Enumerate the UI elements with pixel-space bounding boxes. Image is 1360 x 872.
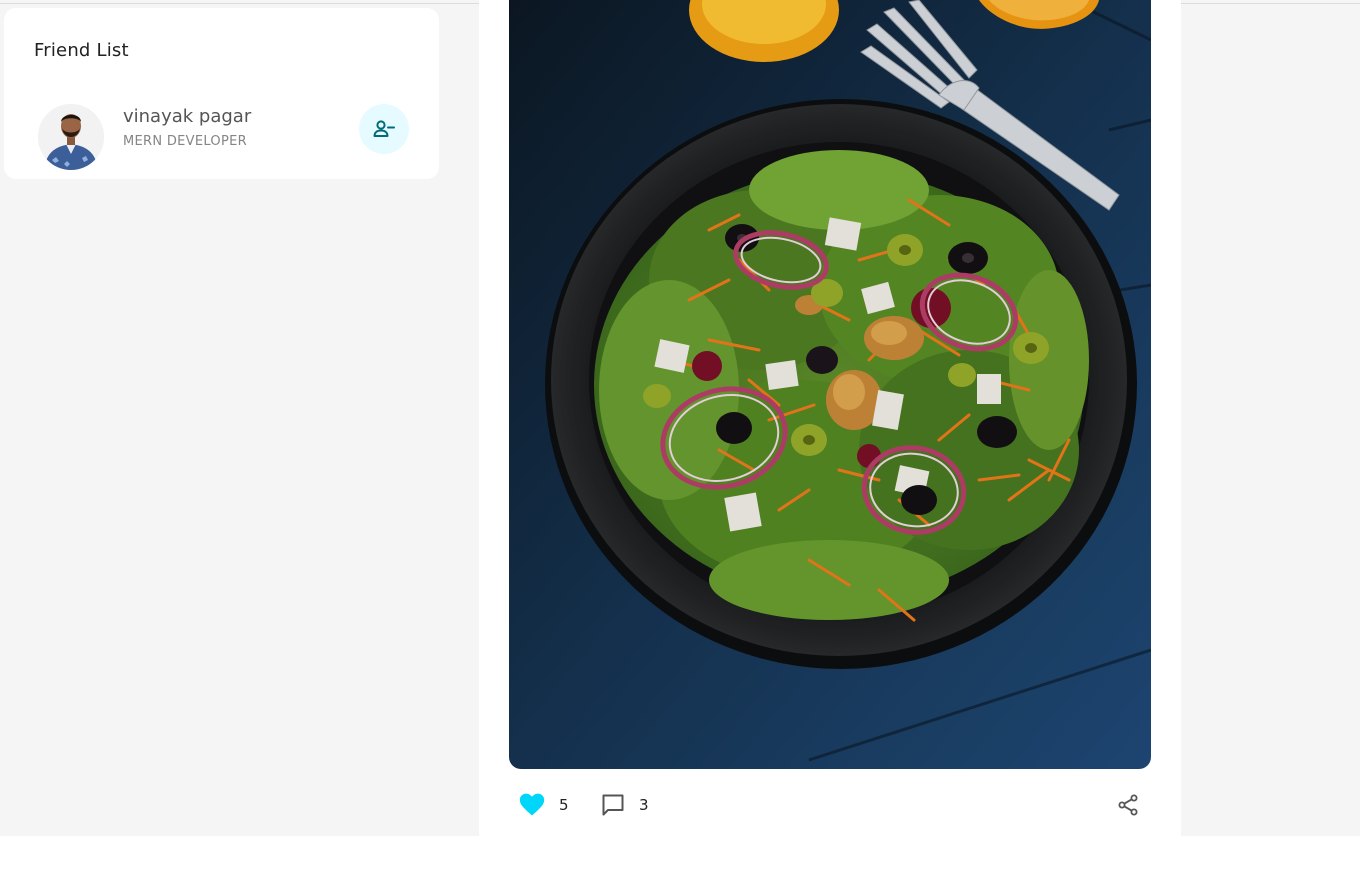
friend-list-title: Friend List: [34, 40, 129, 61]
like-count: 5: [559, 796, 569, 814]
post-actions-bar: 5 3: [479, 784, 1181, 828]
person-remove-icon: [373, 120, 395, 137]
avatar[interactable]: [38, 104, 104, 170]
post-card: 5 3: [479, 0, 1181, 836]
friend-occupation: MERN DEVELOPER: [123, 134, 247, 149]
chat-bubble-icon[interactable]: [601, 793, 625, 817]
share-button[interactable]: [1115, 792, 1141, 818]
app-root: Friend List vinayak pagar MERN DEVELOPER…: [0, 0, 1360, 836]
like-action: 5: [519, 790, 569, 820]
share-icon: [1118, 794, 1138, 816]
friend-list-card: Friend List vinayak pagar MERN DEVELOPER: [4, 8, 439, 179]
avatar-image: [38, 104, 104, 170]
heart-icon[interactable]: [519, 793, 545, 817]
friend-name[interactable]: vinayak pagar: [123, 106, 251, 127]
comment-count: 3: [639, 796, 649, 814]
comment-action: 3: [601, 790, 649, 820]
post-image[interactable]: [509, 0, 1151, 769]
remove-friend-button[interactable]: [359, 104, 409, 154]
salad-image: [509, 0, 1151, 769]
